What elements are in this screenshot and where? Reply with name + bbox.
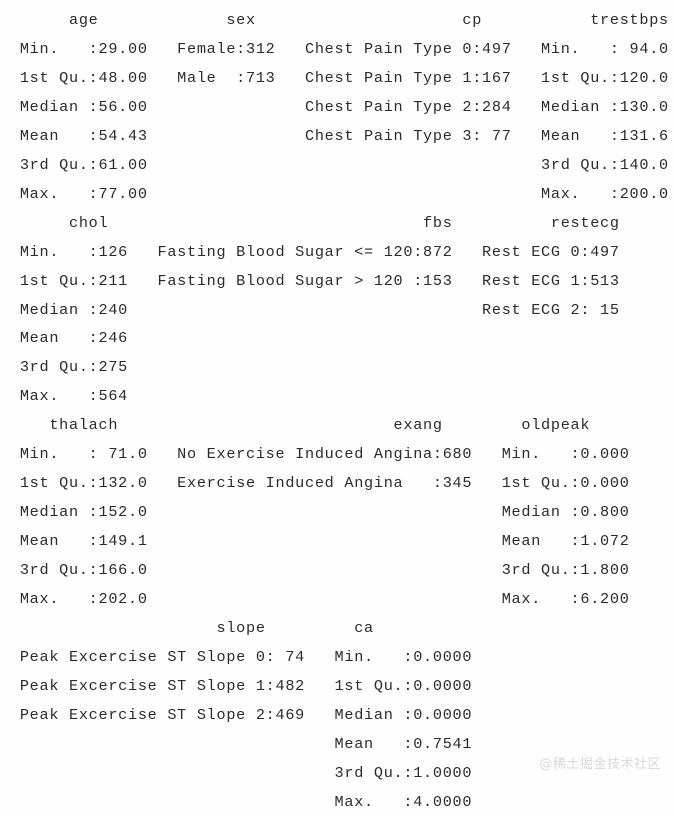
summary-output-text: age sex cp trestbps Min. :29.00 Female:3… (19, 11, 669, 811)
watermark: @稀土掘金技术社区 (539, 757, 661, 772)
r-console-output: age sex cp trestbps Min. :29.00 Female:3… (0, 0, 675, 811)
